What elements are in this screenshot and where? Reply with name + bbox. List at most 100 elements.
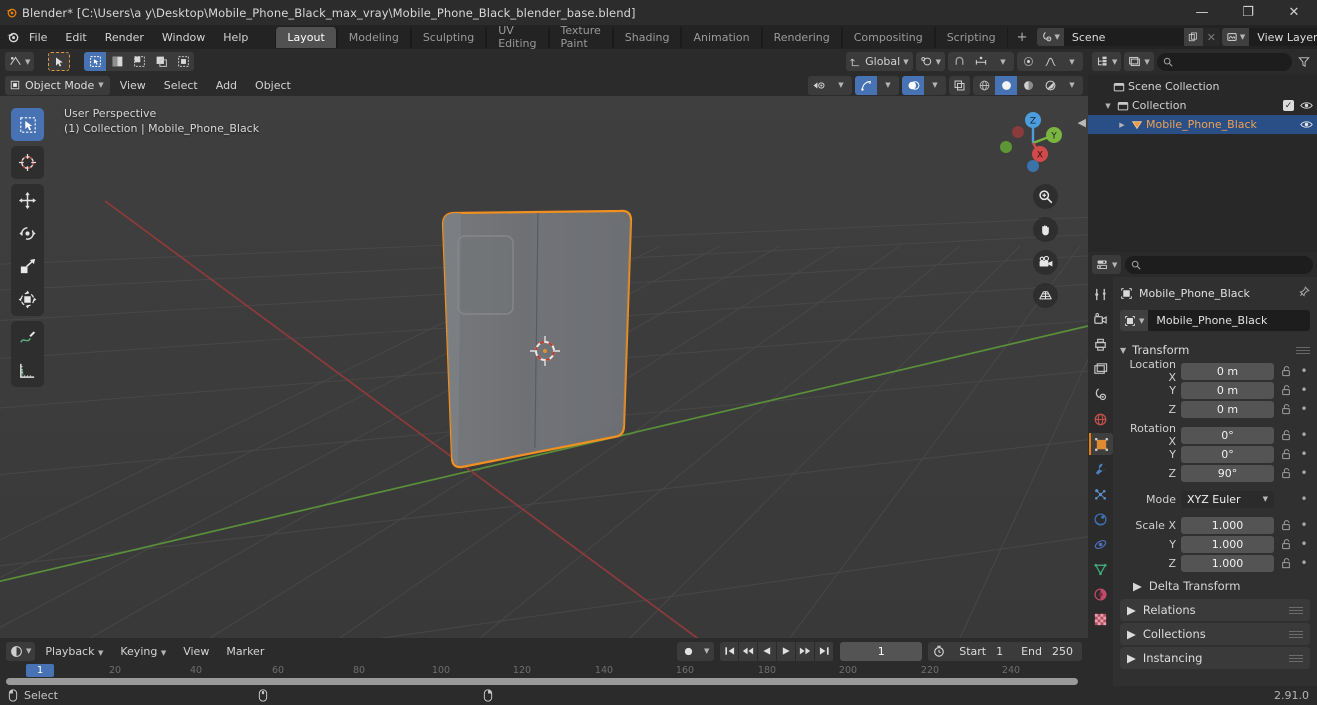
new-scene-button[interactable] <box>1183 28 1203 46</box>
disclosure-triangle-icon[interactable]: ▶ <box>1116 121 1128 129</box>
3d-viewport[interactable]: User Perspective (1) Collection | Mobile… <box>0 96 1088 638</box>
select-difference-icon[interactable] <box>150 52 172 71</box>
lock-icon[interactable] <box>1279 403 1293 415</box>
animate-property-dot[interactable]: • <box>1298 365 1310 377</box>
tab-texture-paint[interactable]: Texture Paint <box>548 24 613 50</box>
current-frame-field[interactable]: 1 <box>840 641 923 661</box>
collection-checkbox[interactable]: ✓ <box>1283 100 1294 111</box>
proportional-falloff-icon[interactable] <box>1039 52 1061 71</box>
property-value[interactable]: 0° <box>1181 445 1274 463</box>
eye-icon[interactable] <box>1300 119 1313 130</box>
outliner-row-scene-collection[interactable]: Scene Collection <box>1088 77 1317 96</box>
disclosure-triangle-icon[interactable]: ▼ <box>1102 102 1114 110</box>
scale-y-row[interactable]: Y 1.000 • <box>1120 535 1310 553</box>
pivot-point-button[interactable]: ▼ <box>915 52 945 71</box>
filter-icon[interactable] <box>1295 56 1313 68</box>
view-layer-selector[interactable]: ▼ View Layer ✕ <box>1221 28 1317 46</box>
location-x-row[interactable]: Location X 0 m • <box>1120 358 1310 384</box>
property-value[interactable]: 0 m <box>1181 362 1274 380</box>
xray-toggle-button[interactable] <box>949 75 970 95</box>
outliner-row-mobile-phone-black[interactable]: ▶ Mobile_Phone_Black <box>1088 115 1317 134</box>
tab-modeling[interactable]: Modeling <box>336 26 411 48</box>
object-data-icon[interactable] <box>1089 558 1113 580</box>
sidebar-collapse-arrow-icon[interactable]: ◀ <box>1078 116 1086 129</box>
scale-x-row[interactable]: Scale X 1.000 • <box>1120 516 1310 534</box>
timeline-menu-playback[interactable]: Playback ▼ <box>38 642 110 661</box>
play-button[interactable] <box>777 641 797 661</box>
chevron-down-icon[interactable]: ▼ <box>1061 52 1083 71</box>
navigation-gizmo[interactable]: Z Y X <box>996 106 1070 180</box>
lock-icon[interactable] <box>1279 519 1293 531</box>
frame-start-field[interactable]: Start 1 <box>950 645 1012 658</box>
view-layer-icon[interactable]: ▼ <box>1221 28 1250 46</box>
viewport-menu-add[interactable]: Add <box>208 76 245 95</box>
animate-property-dot[interactable]: • <box>1298 519 1310 531</box>
snap-magnet-icon[interactable] <box>948 52 970 71</box>
outliner-editor-type-button[interactable]: ▼ <box>1092 52 1122 71</box>
property-value[interactable]: 1.000 <box>1181 554 1274 572</box>
use-preview-range-icon[interactable] <box>928 645 950 657</box>
world-icon[interactable] <box>1089 408 1113 430</box>
cursor-select-toggle[interactable] <box>48 52 71 71</box>
tab-sculpting[interactable]: Sculpting <box>410 26 487 48</box>
camera-icon[interactable] <box>1033 250 1058 275</box>
shading-solid-icon[interactable] <box>995 75 1017 95</box>
lock-icon[interactable] <box>1279 365 1293 377</box>
measure-tool[interactable] <box>11 354 44 387</box>
proportional-edit-icon[interactable] <box>1017 52 1039 71</box>
select-box-icon[interactable] <box>84 52 107 71</box>
zoom-icon[interactable] <box>1033 184 1058 209</box>
select-subtract-icon[interactable] <box>128 52 150 71</box>
viewport-menu-select[interactable]: Select <box>156 76 206 95</box>
lock-icon[interactable] <box>1279 429 1293 441</box>
snap-to-increment-icon[interactable] <box>970 52 992 71</box>
delta-transform-panel[interactable]: ▶ Delta Transform <box>1120 575 1310 597</box>
location-y-row[interactable]: Y 0 m • <box>1120 381 1310 399</box>
animate-property-dot[interactable]: • <box>1298 538 1310 550</box>
object-icon[interactable] <box>1088 433 1113 455</box>
chevron-down-icon[interactable]: ▼ <box>924 76 946 95</box>
tab-rendering[interactable]: Rendering <box>761 26 842 48</box>
tab-uv-editing[interactable]: UV Editing <box>486 24 549 50</box>
animate-property-dot[interactable]: • <box>1298 384 1310 396</box>
menu-help[interactable]: Help <box>214 28 257 47</box>
pan-hand-icon[interactable] <box>1033 217 1058 242</box>
location-z-row[interactable]: Z 0 m • <box>1120 400 1310 418</box>
pin-icon[interactable] <box>1298 285 1310 301</box>
previous-keyframe-button[interactable] <box>739 641 759 661</box>
annotate-tool[interactable] <box>11 321 44 354</box>
jump-to-end-button[interactable] <box>815 641 835 661</box>
properties-search-input[interactable] <box>1125 255 1313 274</box>
properties-editor-type-button[interactable]: ▼ <box>1092 255 1122 274</box>
timeline-menu-view[interactable]: View <box>176 642 216 661</box>
output-icon[interactable] <box>1089 333 1113 355</box>
animate-property-dot[interactable]: • <box>1298 429 1310 441</box>
eye-icon[interactable] <box>1300 100 1313 111</box>
show-overlays-icon[interactable] <box>902 75 924 95</box>
lock-icon[interactable] <box>1279 384 1293 396</box>
tab-compositing[interactable]: Compositing <box>841 26 935 48</box>
scene-selector[interactable]: ▼ Scene ✕ <box>1036 28 1220 46</box>
menu-file[interactable]: File <box>20 28 56 47</box>
remove-scene-button[interactable]: ✕ <box>1203 28 1220 46</box>
select-extend-icon[interactable] <box>106 52 128 71</box>
timeline-body[interactable]: 20 40 60 80 100 120 140 160 180 200 220 … <box>0 664 1088 686</box>
view-layer-icon[interactable] <box>1089 358 1113 380</box>
transform-orientation-button[interactable]: Global ▼ <box>846 52 913 71</box>
maximize-button[interactable]: ❐ <box>1225 0 1271 25</box>
rotation-x-row[interactable]: Rotation X 0° • <box>1120 422 1310 448</box>
grid-ortho-icon[interactable] <box>1033 283 1058 308</box>
shading-wireframe-icon[interactable] <box>973 76 995 95</box>
lock-icon[interactable] <box>1279 557 1293 569</box>
tab-shading[interactable]: Shading <box>612 26 682 48</box>
rotation-y-row[interactable]: Y 0° • <box>1120 445 1310 463</box>
chevron-down-icon[interactable]: ▼ <box>699 642 714 661</box>
object-type-icon[interactable]: ▼ <box>1120 310 1149 331</box>
timeline-editor-type-button[interactable]: ▼ <box>6 641 36 661</box>
scale-z-row[interactable]: Z 1.000 • <box>1120 554 1310 572</box>
menu-window[interactable]: Window <box>153 28 214 47</box>
object-name-field[interactable]: ▼ Mobile_Phone_Black <box>1120 310 1310 331</box>
render-icon[interactable] <box>1089 308 1113 330</box>
relations-panel[interactable]: ▶ Relations <box>1120 599 1310 621</box>
instancing-panel[interactable]: ▶ Instancing <box>1120 647 1310 669</box>
